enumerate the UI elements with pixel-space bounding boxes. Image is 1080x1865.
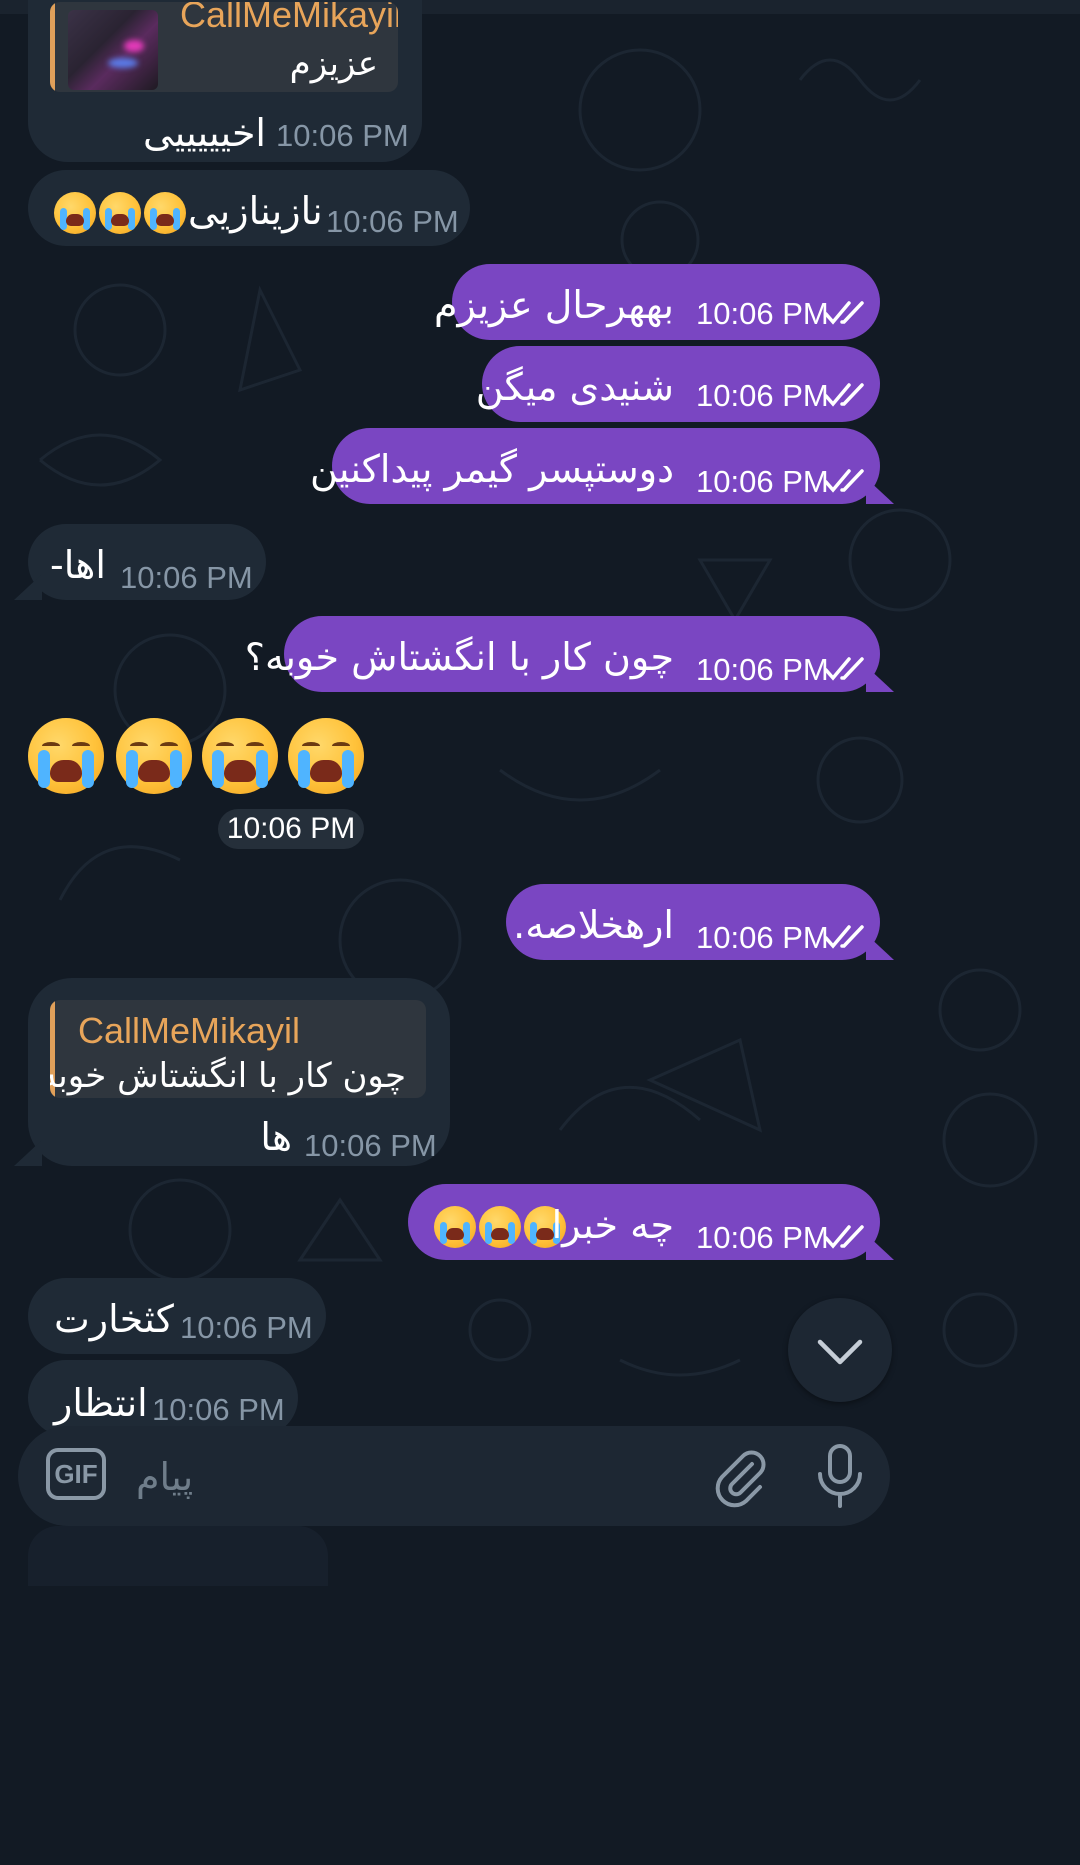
reply-thumbnail: [68, 10, 158, 90]
message-text: نازینازیی: [188, 189, 323, 233]
double-check-icon: [824, 657, 864, 681]
message-text: چه خبرا: [551, 1203, 674, 1247]
message-text: دوستپسر گیمر پیداکنین: [309, 447, 674, 491]
chevron-down-icon: [817, 1339, 863, 1365]
reply-preview[interactable]: CallMeMikayil عزیزم: [50, 2, 398, 92]
message-time: 10:06 PM: [276, 118, 409, 153]
message-time: 10:06 PM: [696, 378, 829, 413]
microphone-icon[interactable]: [810, 1442, 870, 1510]
message-text: کثخارت: [54, 1297, 174, 1341]
double-check-icon: [824, 925, 864, 949]
message-outgoing[interactable]: دوستپسر گیمر پیداکنین 10:06 PM: [310, 428, 880, 504]
message-outgoing[interactable]: چه خبرا 10:06 PM: [408, 1184, 880, 1260]
partially-visible-message: [28, 1526, 328, 1586]
double-check-icon: [824, 1225, 864, 1249]
message-text: شنیدی میگن: [475, 365, 674, 409]
message-text: چون کار با انگشتاش خوبه؟: [244, 635, 674, 679]
message-outgoing[interactable]: شنیدی میگن 10:06 PM: [476, 346, 880, 422]
message-time: 10:06 PM: [326, 204, 459, 239]
message-time: 10:06 PM: [152, 1392, 285, 1427]
message-time: 10:06 PM: [696, 652, 829, 687]
crying-face-emoji: [116, 718, 192, 794]
message-incoming[interactable]: نازینازیی 10:06 PM: [28, 170, 470, 246]
gif-button[interactable]: GIF: [46, 1448, 106, 1500]
message-input[interactable]: [136, 1452, 696, 1502]
reply-text: عزیزم: [289, 44, 378, 84]
double-check-icon: [824, 469, 864, 493]
crying-face-emoji: [28, 718, 104, 794]
paperclip-icon[interactable]: [708, 1444, 772, 1508]
message-time: 10:06 PM: [696, 920, 829, 955]
double-check-icon: [824, 301, 864, 325]
message-text: اخیییییی: [142, 111, 266, 155]
message-text: انتظار: [54, 1381, 148, 1425]
message-text: ها: [260, 1115, 292, 1159]
message-time: 10:06 PM: [180, 1310, 313, 1345]
message-time: 10:06 PM: [304, 1128, 437, 1163]
message-incoming[interactable]: کثخارت 10:06 PM: [28, 1278, 326, 1354]
message-outgoing[interactable]: ارهخلاصه. 10:06 PM: [506, 884, 880, 960]
message-time: 10:06 PM: [218, 809, 364, 849]
reply-sender-name: CallMeMikayil: [180, 2, 398, 35]
crying-face-emoji: [202, 718, 278, 794]
message-text: ارهخلاصه.: [513, 903, 674, 947]
scroll-to-bottom-button[interactable]: [788, 1298, 892, 1402]
message-outgoing[interactable]: چون کار با انگشتاش خوبه؟ 10:06 PM: [245, 616, 880, 692]
reply-sender-name: CallMeMikayil: [78, 1010, 301, 1051]
crying-face-emoji: [479, 1206, 521, 1248]
reply-text: چون کار با انگشتاش خوبه؟: [50, 1056, 406, 1096]
message-incoming[interactable]: اها- 10:06 PM: [28, 524, 266, 600]
double-check-icon: [824, 383, 864, 407]
message-text: اها-: [50, 543, 106, 587]
crying-face-emoji: [144, 192, 186, 234]
message-time: 10:06 PM: [120, 560, 253, 595]
message-composer: GIF: [18, 1426, 890, 1526]
message-time: 10:06 PM: [696, 1220, 829, 1255]
message-incoming[interactable]: CallMeMikayil چون کار با انگشتاش خوبه؟ ه…: [28, 978, 450, 1166]
reply-preview[interactable]: CallMeMikayil چون کار با انگشتاش خوبه؟: [50, 1000, 426, 1098]
message-incoming[interactable]: انتظار 10:06 PM: [28, 1360, 298, 1436]
emoji-only-message[interactable]: [28, 718, 368, 808]
message-time: 10:06 PM: [696, 296, 829, 331]
reply-accent-bar: [50, 2, 55, 92]
message-outgoing[interactable]: بههرحال عزیزم 10:06 PM: [434, 264, 880, 340]
crying-face-emoji: [99, 192, 141, 234]
message-text: بههرحال عزیزم: [433, 283, 674, 327]
message-incoming[interactable]: CallMeMikayil عزیزم اخیییییی 10:06 PM: [28, 0, 422, 162]
message-time: 10:06 PM: [696, 464, 829, 499]
crying-face-emoji: [288, 718, 364, 794]
crying-face-emoji: [434, 1206, 476, 1248]
crying-face-emoji: [54, 192, 96, 234]
